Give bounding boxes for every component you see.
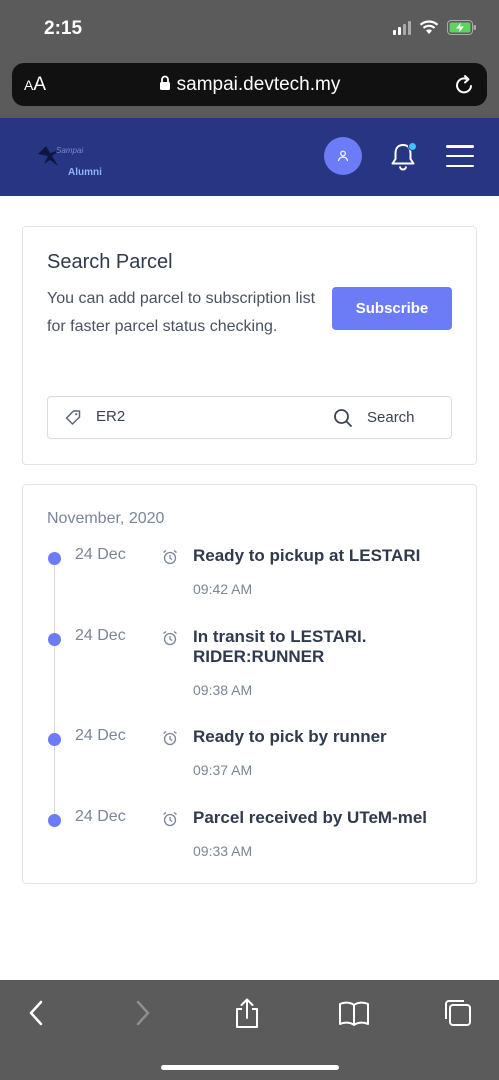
timeline-date: 24 Dec (75, 546, 126, 563)
forward-icon[interactable] (133, 998, 153, 1028)
logo-subtitle: Alumni (68, 167, 102, 178)
wifi-icon (419, 20, 439, 34)
search-button-label: Search (367, 409, 415, 426)
tabs-icon[interactable] (443, 998, 473, 1028)
url-field[interactable]: sampai.devtech.my (12, 74, 487, 96)
timeline-dot (48, 814, 61, 827)
hamburger-menu-button[interactable] (446, 145, 474, 167)
search-parcel-card: Search Parcel You can add parcel to subs… (22, 226, 477, 465)
alarm-clock-icon (163, 549, 177, 565)
timeline-date: 24 Dec (75, 808, 126, 825)
alarm-clock-icon (163, 630, 177, 646)
timeline-time: 09:38 AM (193, 682, 253, 698)
bookmarks-icon[interactable] (338, 998, 370, 1028)
app-header: Sampai Alumni (0, 118, 499, 196)
timeline-time: 09:42 AM (193, 581, 253, 597)
logo-text: Sampai (56, 146, 84, 155)
timeline-dot (48, 733, 61, 746)
reload-icon[interactable] (455, 73, 475, 95)
ios-top-bar: 2:15 AA sampai.devtech.my (0, 0, 499, 118)
timeline-month: November, 2020 (47, 510, 165, 527)
alarm-clock-icon (163, 811, 177, 827)
lock-icon (159, 75, 170, 90)
search-icon (334, 408, 352, 427)
timeline-dot (48, 552, 61, 565)
subscribe-button[interactable]: Subscribe (332, 287, 452, 330)
search-card-title: Search Parcel (47, 251, 173, 273)
battery-icon (447, 20, 476, 35)
timeline-title: Parcel received by UTeM-mel (193, 808, 428, 827)
timeline-time: 09:37 AM (193, 762, 253, 778)
signal-icon (393, 20, 411, 35)
timeline-title: In transit to LESTARI. RIDER:RUNNER (193, 627, 367, 666)
timeline-title: Ready to pick by runner (193, 727, 387, 746)
parcel-search-box[interactable]: ER2 Search (47, 396, 452, 439)
timeline-date: 24 Dec (75, 627, 126, 644)
status-icons (393, 20, 477, 35)
back-icon[interactable] (26, 998, 46, 1028)
user-icon (337, 150, 349, 162)
notification-dot (408, 142, 417, 151)
tag-icon (65, 410, 81, 425)
timeline-time: 09:33 AM (193, 843, 253, 859)
share-icon[interactable] (233, 998, 261, 1030)
home-indicator[interactable] (161, 1065, 339, 1070)
timeline-line (54, 555, 55, 817)
search-card-description: You can add parcel to subscription list … (47, 290, 316, 335)
notifications-button[interactable] (388, 140, 418, 172)
url-bar[interactable]: AA sampai.devtech.my (12, 63, 487, 106)
parcel-search-input[interactable]: ER2 (96, 408, 125, 425)
search-button[interactable]: Search (321, 397, 451, 438)
profile-button[interactable] (324, 137, 362, 175)
timeline-title: Ready to pickup at LESTARI (193, 546, 421, 565)
timeline-dot (48, 633, 61, 646)
alarm-clock-icon (163, 730, 177, 746)
tracking-timeline-card: November, 2020 24 Dec Ready to pickup at… (22, 484, 477, 884)
timeline-date: 24 Dec (75, 727, 126, 744)
url-text: sampai.devtech.my (176, 74, 341, 95)
status-time: 2:15 (44, 18, 83, 39)
